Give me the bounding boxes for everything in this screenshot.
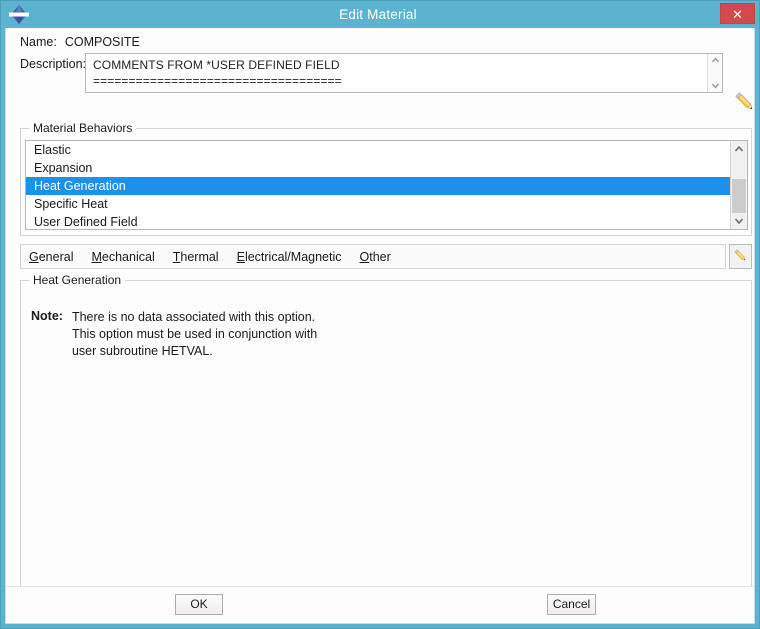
note-line: user subroutine HETVAL. (71, 344, 213, 358)
menu-mnemonic: G (29, 249, 39, 264)
description-label: Description: (20, 57, 86, 71)
close-button[interactable]: ✕ (720, 3, 755, 24)
menu-mnemonic: O (359, 249, 370, 264)
note-block: Note: There is no data associated with t… (31, 309, 317, 360)
material-behaviors-listbox[interactable]: Elastic Expansion Heat Generation Specif… (25, 140, 748, 230)
description-value[interactable]: COMMENTS FROM *USER DEFINED FIELD ======… (93, 57, 693, 89)
cancel-button[interactable]: Cancel (547, 594, 596, 615)
behavior-detail-group: Heat Generation Note: There is no data a… (20, 273, 752, 608)
abaqus-diamond-icon (8, 4, 30, 25)
material-behaviors-title: Material Behaviors (29, 121, 137, 135)
titlebar[interactable]: Edit Material ✕ (1, 1, 759, 28)
menu-label-rest: echanical (101, 249, 155, 264)
list-item[interactable]: User Defined Field (26, 213, 730, 229)
menu-item-other[interactable]: Other (360, 250, 391, 264)
menu-mnemonic: M (91, 249, 102, 264)
list-item[interactable]: Elastic (26, 141, 730, 159)
menu-item-thermal[interactable]: Thermal (173, 250, 219, 264)
pencil-icon (732, 247, 749, 267)
scroll-down-icon[interactable] (709, 79, 722, 92)
material-behaviors-scrollbar[interactable] (730, 141, 747, 229)
edit-material-dialog: Edit Material ✕ Name: COMPOSITE Descripti… (0, 0, 760, 629)
list-item[interactable]: Expansion (26, 159, 730, 177)
behavior-detail-title: Heat Generation (29, 273, 126, 287)
menu-label-rest: eneral (38, 249, 74, 264)
list-item[interactable]: Specific Heat (26, 195, 730, 213)
material-behaviors-list: Elastic Expansion Heat Generation Specif… (26, 141, 730, 229)
list-item[interactable]: Heat Generation (26, 177, 730, 195)
menu-item-electrical-magnetic[interactable]: Electrical/Magnetic (237, 250, 342, 264)
note-label: Note: (31, 309, 63, 323)
description-edit-pencil-icon[interactable] (732, 89, 758, 115)
note-lines: There is no data associated with this op… (72, 309, 317, 360)
material-category-menubar: General Mechanical Thermal Electrical/Ma… (20, 244, 726, 269)
material-name-label: Name: (20, 35, 57, 49)
note-line: There is no data associated with this op… (71, 310, 316, 324)
scrollbar-thumb[interactable] (732, 179, 746, 213)
dialog-body: Name: COMPOSITE Description: COMMENTS FRO… (6, 28, 754, 608)
menu-label-rest: ther (369, 249, 391, 264)
menu-label-rest: lectrical/Magnetic (244, 249, 342, 264)
material-name-row: Name: COMPOSITE (20, 35, 140, 49)
scroll-down-icon[interactable] (731, 213, 747, 229)
dialog-client-area: Name: COMPOSITE Description: COMMENTS FRO… (5, 28, 755, 624)
description-input[interactable]: COMMENTS FROM *USER DEFINED FIELD ======… (85, 53, 723, 93)
menu-mnemonic: E (236, 249, 245, 264)
window-title: Edit Material (339, 7, 417, 22)
edit-behavior-button[interactable] (729, 244, 752, 269)
material-name-value: COMPOSITE (64, 35, 140, 49)
material-behaviors-group: Material Behaviors Elastic Expansion Hea… (20, 121, 752, 236)
note-line: This option must be used in conjunction … (71, 327, 318, 341)
dialog-footer: OK Cancel (6, 586, 754, 623)
menu-item-mechanical[interactable]: Mechanical (91, 250, 154, 264)
ok-button[interactable]: OK (175, 594, 223, 615)
scroll-up-icon[interactable] (709, 54, 722, 67)
menu-item-general[interactable]: General (29, 250, 73, 264)
scroll-up-icon[interactable] (731, 141, 747, 157)
description-scrollbar[interactable] (707, 54, 722, 92)
menu-label-rest: hermal (180, 249, 219, 264)
